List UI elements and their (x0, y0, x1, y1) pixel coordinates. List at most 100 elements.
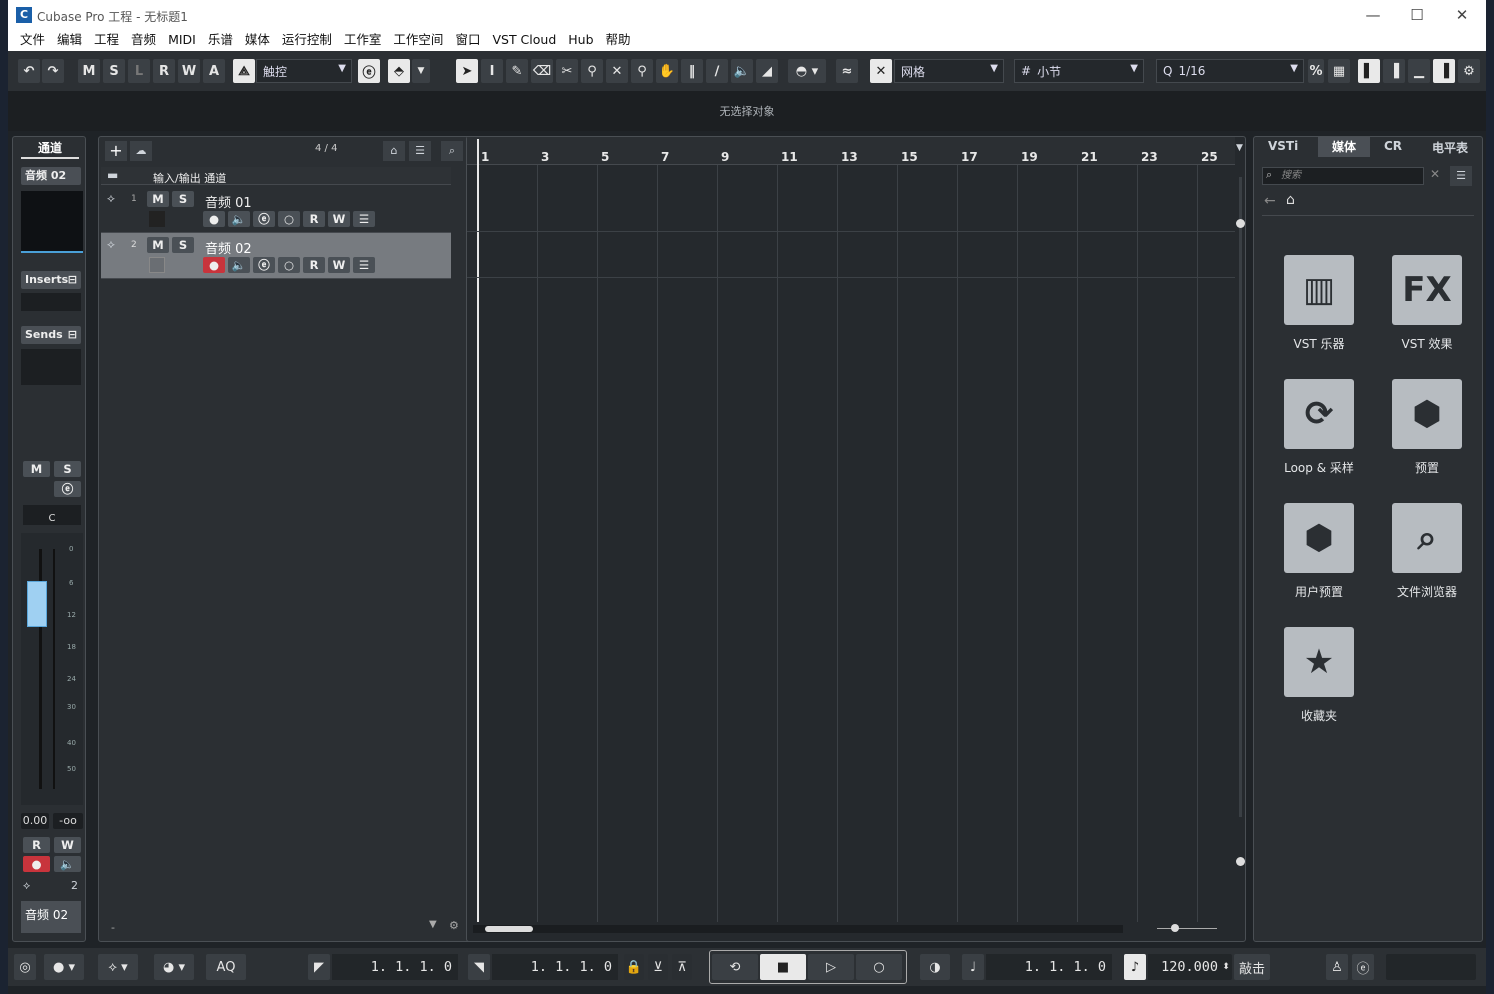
redo-icon[interactable]: ↷ (42, 59, 64, 83)
precount-icon[interactable]: ⓔ (1352, 954, 1374, 980)
edit-in-place-icon[interactable]: ⓔ (358, 59, 380, 83)
record-icon[interactable]: ○ (856, 954, 902, 980)
file-browser-icon[interactable]: ⌕ (1392, 503, 1462, 573)
monitor-icon[interactable]: 🔈 (228, 257, 250, 273)
zoom-tool-icon[interactable]: ⚲ (631, 59, 653, 83)
inspector-track-name[interactable]: 音频 02 (21, 167, 81, 185)
mute-all-button[interactable]: M (78, 59, 100, 83)
constrain-dropdown-icon[interactable]: ▼ (412, 59, 430, 83)
star-icon[interactable]: ★ (1284, 627, 1354, 697)
settings-gear-icon[interactable]: ⚙ (449, 919, 459, 932)
minimize-button[interactable]: — (1363, 6, 1383, 24)
activate-project-icon[interactable]: ◎ (14, 954, 36, 980)
marker-field[interactable] (1386, 954, 1476, 980)
snap-mode-icon[interactable]: ◓ ▾ (788, 59, 826, 83)
line-tool-icon[interactable]: ∕ (706, 59, 728, 83)
track-solo-button[interactable]: S (172, 237, 194, 253)
peak-value[interactable]: -oo (53, 813, 83, 829)
record-enable-icon[interactable]: ● (203, 211, 225, 227)
grid-unit-select[interactable]: # 小节 ▼ (1014, 59, 1144, 83)
cycle-icon[interactable]: ⟲ (712, 954, 758, 980)
pencil-tool-icon[interactable]: ✎ (506, 59, 528, 83)
automation-panel-button[interactable]: A (203, 59, 225, 83)
right-locator-field[interactable]: 1. 1. 1. 0 (492, 954, 618, 980)
edit-channel-icon[interactable]: ⓔ (253, 257, 275, 273)
camera-icon[interactable]: ⌂ (383, 141, 405, 161)
menu-vst-cloud[interactable]: VST Cloud (486, 30, 562, 51)
ruler[interactable]: 1 3 5 7 9 11 13 15 17 19 21 23 25 (467, 137, 1235, 165)
punch-in-icon[interactable]: ⊻ (648, 954, 668, 980)
lock-icon[interactable]: 🔒 (624, 954, 644, 980)
close-button[interactable]: ✕ (1452, 6, 1472, 24)
menu-workspaces[interactable]: 工作空间 (387, 30, 449, 51)
color-tool-icon[interactable]: ◢ (756, 59, 778, 83)
right-locator-icon[interactable]: ◥ (468, 954, 490, 980)
project-window-event-display[interactable]: 1 3 5 7 9 11 13 15 17 19 21 23 25 ▼ (466, 136, 1246, 942)
pan-control[interactable]: C (23, 505, 81, 525)
track-mute-button[interactable]: M (147, 191, 169, 207)
maximize-button[interactable]: ☐ (1407, 6, 1427, 24)
play-tool-icon[interactable]: 🔈 (731, 59, 753, 83)
lower-zone-toggle-icon[interactable]: ▁ (1408, 59, 1430, 83)
horizontal-zoom-handle[interactable] (1171, 924, 1179, 932)
solo-all-button[interactable]: S (103, 59, 125, 83)
tab-media[interactable]: 媒体 (1318, 137, 1370, 157)
search-icon[interactable]: ⌕ (441, 141, 463, 161)
inspector-mute-button[interactable]: M (23, 461, 50, 477)
record-mode-icon[interactable]: ● ▾ (44, 954, 84, 980)
menu-file[interactable]: 文件 (14, 30, 51, 51)
track-color-swatch[interactable] (149, 257, 165, 273)
punch-out-icon[interactable]: ⊼ (672, 954, 692, 980)
keyboard-icon[interactable]: ▦ (1328, 59, 1350, 83)
menu-media[interactable]: 媒体 (239, 30, 276, 51)
tab-vsti[interactable]: VSTi (1268, 139, 1298, 153)
fx-icon[interactable]: FX (1392, 255, 1462, 325)
monitor-icon[interactable]: 🔈 (228, 211, 250, 227)
piano-icon[interactable]: ▥ (1284, 255, 1354, 325)
menu-help[interactable]: 帮助 (600, 30, 637, 51)
sync-icon[interactable]: ◑ (920, 954, 950, 980)
track-read-button[interactable]: R (303, 257, 325, 273)
object-selection-tool-icon[interactable]: ➤ (456, 59, 478, 83)
track-name[interactable]: 音频 02 (205, 238, 252, 257)
track-solo-button[interactable]: S (172, 191, 194, 207)
track-height-handle[interactable] (1236, 857, 1245, 866)
erase-tool-icon[interactable]: ⌫ (531, 59, 553, 83)
inspector-write-button[interactable]: W (54, 837, 81, 853)
folder-track-row[interactable]: ▬ 输入/输出 通道 (101, 167, 451, 185)
home-icon[interactable]: ⌂ (1286, 192, 1295, 208)
edit-channel-icon[interactable]: ⓔ (54, 481, 81, 497)
menu-score[interactable]: 乐谱 (202, 30, 239, 51)
preset-icon[interactable]: ⬢ (1392, 379, 1462, 449)
horizontal-zoom-slider[interactable] (1157, 928, 1217, 929)
automation-mode-icon[interactable]: ⟁ (233, 59, 255, 83)
metronome-icon[interactable]: ♙ (1326, 954, 1348, 980)
chevron-down-icon[interactable]: ▼ (429, 919, 437, 930)
listen-all-button[interactable]: L (128, 59, 150, 83)
vertical-zoom-handle[interactable] (1236, 219, 1245, 228)
menu-edit[interactable]: 编辑 (51, 30, 88, 51)
read-all-button[interactable]: R (153, 59, 175, 83)
inserts-section[interactable]: Inserts ⊟ (21, 271, 81, 289)
hand-tool-icon[interactable]: ✋ (656, 59, 678, 83)
stop-icon[interactable]: ■ (760, 954, 806, 980)
constrain-delay-icon[interactable]: ⬘ (388, 59, 410, 83)
menu-hub[interactable]: Hub (562, 30, 599, 51)
project-position-field[interactable]: 1. 1. 1. 0 (986, 954, 1112, 980)
left-locator-field[interactable]: 1. 1. 1. 0 (332, 954, 458, 980)
tempo-stepper-icon[interactable]: ⬍ (1220, 954, 1232, 980)
menu-project[interactable]: 工程 (88, 30, 125, 51)
list-icon[interactable]: ☰ (409, 141, 431, 161)
glue-tool-icon[interactable]: ⚲ (581, 59, 603, 83)
quantize-strength-icon[interactable]: % (1308, 59, 1324, 83)
horizontal-scrollbar[interactable] (473, 925, 1123, 933)
metronome-settings-icon[interactable]: ◕ ▾ (154, 954, 194, 980)
menu-transport[interactable]: 运行控制 (276, 30, 338, 51)
track-presets-icon[interactable]: ☁ (130, 141, 152, 161)
right-zone-toggle-icon[interactable]: ▐ (1433, 59, 1455, 83)
range-tool-icon[interactable]: I (481, 59, 503, 83)
tab-meter[interactable]: 电平表 (1432, 139, 1468, 156)
track-read-button[interactable]: R (303, 211, 325, 227)
inserts-slot[interactable] (21, 293, 81, 311)
sends-slot[interactable] (21, 349, 81, 385)
